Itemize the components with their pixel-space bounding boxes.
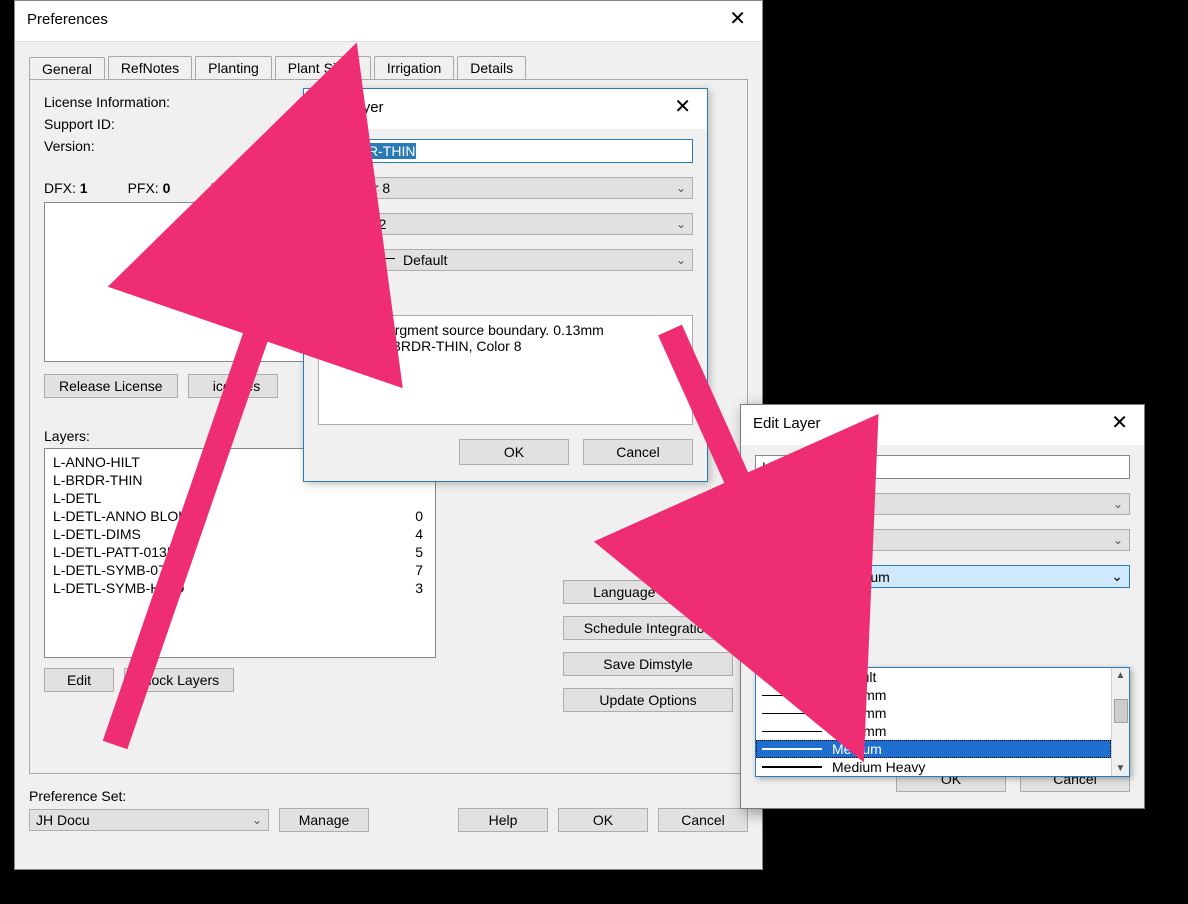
titlebar: Preferences ✕ [15, 1, 762, 42]
linetype-value: N2 [762, 532, 820, 548]
titlebar: Edit Layer ✕ [304, 89, 707, 129]
plot-checkbox[interactable]: ✓ Plot [318, 285, 693, 301]
layer-name-input[interactable]: L-BRDR-THIN [755, 455, 1130, 479]
line-preview-icon [762, 766, 822, 768]
line-preview-icon [762, 574, 832, 576]
layers-label: Layers: [44, 428, 90, 444]
dropdown-option[interactable]: Default [756, 668, 1111, 686]
tab-planting[interactable]: Planting [195, 56, 272, 79]
chevron-down-icon: ⌄ [1113, 497, 1123, 511]
color-swatch-icon [762, 498, 776, 512]
line-preview-icon [762, 713, 822, 714]
scroll-thumb[interactable] [1114, 699, 1128, 723]
licenses-button[interactable]: icenses [188, 374, 278, 398]
chevron-down-icon: ⌄ [676, 181, 686, 195]
preference-set-select[interactable]: JH Docu ⌄ [29, 809, 269, 831]
cancel-button[interactable]: Cancel [658, 808, 748, 832]
preference-set-value: JH Docu [36, 812, 90, 828]
tab-plantsizes[interactable]: Plant Sizes [275, 56, 371, 79]
line-preview-icon [325, 258, 395, 259]
language-strings-button[interactable]: Language Strings [563, 580, 733, 604]
list-item[interactable]: L-DETL-SYMB-070M7 [45, 561, 435, 579]
checkbox-icon: ✓ [318, 286, 332, 300]
pfx-value: 0 [163, 180, 171, 196]
description-textarea[interactable]: Detail Enlargment source boundary. 0.13m… [318, 315, 693, 425]
list-item[interactable]: L-DETL-SYMB-HIDD3 [45, 579, 435, 597]
dialog-title: Edit Layer [753, 415, 821, 432]
color-select[interactable]: Color 8 ⌄ [755, 493, 1130, 515]
chevron-down-icon: ⌄ [676, 253, 686, 267]
linetype-select[interactable]: HIDDEN2 ⌄ [318, 213, 693, 235]
dropdown-option[interactable]: Medium Heavy [756, 758, 1111, 776]
lineweight-select[interactable]: Medium ⌄ [755, 565, 1130, 588]
tab-irrigation[interactable]: Irrigation [374, 56, 454, 79]
color-value: Color 8 [782, 496, 827, 512]
block-layers-button[interactable]: Block Layers [124, 668, 234, 692]
save-dimstyle-button[interactable]: Save Dimstyle [563, 652, 733, 676]
pfx-label: PFX: [128, 180, 159, 196]
tab-details[interactable]: Details [457, 56, 526, 79]
lineweight-value: Medium [840, 569, 890, 585]
scrollbar[interactable]: ▲ ▼ [1111, 668, 1129, 776]
close-icon[interactable]: ✕ [1105, 411, 1134, 435]
cancel-button[interactable]: Cancel [583, 439, 693, 465]
list-item[interactable]: L-DETL [45, 489, 435, 507]
ok-button[interactable]: OK [558, 808, 648, 832]
release-license-button[interactable]: Release License [44, 374, 178, 398]
preference-set-label: Preference Set: [29, 788, 126, 804]
edit-button[interactable]: Edit [44, 668, 114, 692]
edit-layer-dialog-2: Edit Layer ✕ L-BRDR-THIN Color 8 ⌄ N2 ⌄ … [740, 404, 1145, 809]
dropdown-option[interactable]: 0.00 mm [756, 686, 1111, 704]
dropdown-option-selected[interactable]: Medium [756, 740, 1111, 758]
help-button[interactable]: Help [458, 808, 548, 832]
layer-name-input[interactable]: L-BRDR-THIN [318, 139, 693, 163]
list-item[interactable]: L-DETL-DIMS4 [45, 525, 435, 543]
lineweight-select[interactable]: Default ⌄ [318, 249, 693, 271]
color-select[interactable]: Color 8 ⌄ [318, 177, 693, 199]
tab-strip: General RefNotes Planting Plant Sizes Ir… [29, 56, 748, 79]
line-preview-icon [762, 748, 822, 750]
chevron-down-icon: ⌄ [252, 813, 262, 827]
dropdown-option[interactable]: 0.05 mm [756, 704, 1111, 722]
dialog-title: Edit Layer [316, 99, 384, 116]
dialog-title: Preferences [27, 11, 108, 28]
chevron-down-icon: ⌄ [1113, 533, 1123, 547]
schedule-integration-button[interactable]: Schedule Integration [563, 616, 733, 640]
titlebar: Edit Layer ✕ [741, 405, 1144, 445]
linetype-select[interactable]: N2 ⌄ [755, 529, 1130, 551]
scroll-up-icon[interactable]: ▲ [1116, 670, 1126, 681]
dropdown-option[interactable]: 0.09 mm [756, 722, 1111, 740]
dfx-value: 1 [80, 180, 88, 196]
ok-button[interactable]: OK [459, 439, 569, 465]
lineweight-dropdown-list[interactable]: Default 0.00 mm 0.05 mm 0.09 mm Medium M… [755, 667, 1130, 777]
chevron-down-icon: ⌄ [1111, 568, 1123, 585]
close-icon[interactable]: ✕ [723, 7, 752, 31]
list-item[interactable]: L-DETL-ANNO BLOK0 [45, 507, 435, 525]
plot-label: Plot [338, 285, 362, 301]
color-value: Color 8 [345, 180, 390, 196]
tab-general[interactable]: General [29, 57, 105, 80]
scroll-down-icon[interactable]: ▼ [1116, 763, 1126, 774]
manage-button[interactable]: Manage [279, 808, 369, 832]
edit-layer-dialog-1: Edit Layer ✕ L-BRDR-THIN Color 8 ⌄ HIDDE… [303, 88, 708, 482]
linetype-value: HIDDEN2 [325, 216, 386, 232]
line-preview-icon [762, 731, 822, 732]
tab-refnotes[interactable]: RefNotes [108, 56, 192, 79]
dfx-label: DFX: [44, 180, 76, 196]
chevron-down-icon: ⌄ [676, 217, 686, 231]
line-preview-icon [762, 677, 822, 678]
close-icon[interactable]: ✕ [668, 95, 697, 119]
ifx-label: IFX [210, 180, 232, 196]
lineweight-value: Default [403, 252, 447, 268]
update-options-button[interactable]: Update Options [563, 688, 733, 712]
list-item[interactable]: L-DETL-PATT-013M5 [45, 543, 435, 561]
line-preview-icon [762, 695, 822, 696]
color-swatch-icon [325, 182, 339, 196]
